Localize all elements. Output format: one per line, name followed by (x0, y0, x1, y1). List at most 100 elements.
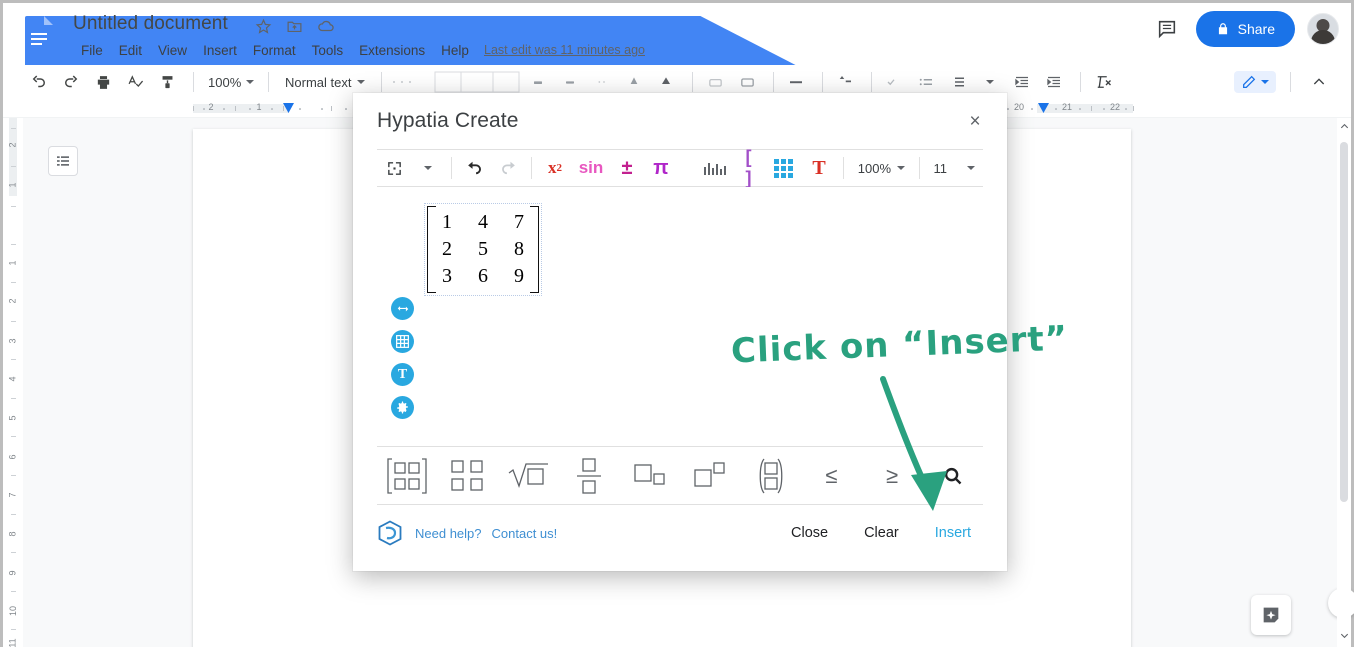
matrix-selection-box[interactable]: 1 4 7 2 5 8 3 6 9 (424, 203, 542, 296)
clear-button[interactable]: Clear (864, 525, 899, 541)
font-selector[interactable] (390, 68, 430, 96)
editing-mode-selector[interactable] (1234, 71, 1276, 93)
undo-icon[interactable] (460, 153, 488, 183)
statistics-icon[interactable] (701, 153, 729, 183)
clear-formatting-icon[interactable] (1089, 68, 1117, 96)
menu-help[interactable]: Help (433, 41, 477, 60)
insert-link-icon[interactable] (701, 68, 729, 96)
star-icon[interactable] (255, 18, 272, 35)
matrix-grid-icon[interactable] (770, 153, 798, 183)
menu-edit[interactable]: Edit (111, 41, 150, 60)
matrix-expression[interactable]: 1 4 7 2 5 8 3 6 9 (424, 203, 542, 296)
bold-icon[interactable] (524, 68, 552, 96)
checklist-icon[interactable] (880, 68, 908, 96)
increase-indent-icon[interactable] (1040, 68, 1068, 96)
menu-extensions[interactable]: Extensions (351, 41, 433, 60)
scroll-up-arrow[interactable] (1339, 121, 1350, 135)
explore-icon[interactable] (1251, 595, 1291, 635)
text-tool-icon[interactable]: T (391, 363, 414, 386)
text-color-icon[interactable] (620, 68, 648, 96)
matrix-bracket-symbol[interactable] (377, 454, 438, 498)
superscript-icon[interactable]: x2 (541, 153, 569, 183)
matrix-table: 1 4 7 2 5 8 3 6 9 (429, 209, 537, 290)
align-icon[interactable] (782, 68, 810, 96)
highlight-color-icon[interactable] (652, 68, 680, 96)
redo-icon[interactable] (57, 68, 85, 96)
menu-format[interactable]: Format (245, 41, 304, 60)
bulleted-list-icon[interactable] (912, 68, 940, 96)
share-button[interactable]: Share (1195, 11, 1295, 47)
decrease-indent-icon[interactable] (1008, 68, 1036, 96)
docs-header: Untitled document File Edit View Insert … (3, 3, 1351, 536)
grid-icon[interactable] (391, 330, 414, 353)
move-to-folder-icon[interactable] (286, 18, 303, 35)
menu-tools[interactable]: Tools (304, 41, 352, 60)
resize-dropdown-caret[interactable] (414, 153, 442, 183)
matrix-cell[interactable]: 5 (465, 236, 501, 263)
cloud-saved-icon[interactable] (317, 17, 335, 35)
vertical-scrollbar[interactable] (1337, 118, 1351, 647)
contact-us-link[interactable]: Contact us! (492, 526, 558, 541)
trigonometry-icon[interactable]: sin (575, 153, 607, 183)
document-title[interactable]: Untitled document (73, 13, 228, 35)
scrollbar-thumb[interactable] (1340, 142, 1348, 502)
list-options-caret[interactable] (976, 68, 1004, 96)
italic-icon[interactable] (556, 68, 584, 96)
equation-zoom-selector[interactable]: 100% (850, 161, 913, 176)
equation-font-size-selector[interactable]: 11 (925, 161, 983, 176)
ruler-label: 2 (7, 298, 18, 304)
ruler-label: 1 (7, 260, 18, 266)
equation-zoom-value: 100% (857, 160, 891, 176)
close-button[interactable]: Close (791, 525, 828, 541)
settings-gear-icon[interactable] (391, 396, 414, 419)
table-row: 1 4 7 (429, 209, 537, 236)
paint-format-icon[interactable] (153, 68, 181, 96)
print-icon[interactable] (89, 68, 117, 96)
text-color-icon[interactable]: T (804, 153, 835, 183)
menu-file[interactable]: File (73, 41, 111, 60)
document-outline-icon[interactable] (48, 146, 78, 176)
ruler-label: 2 (7, 142, 18, 148)
line-spacing-icon[interactable] (831, 68, 859, 96)
subscript-symbol[interactable] (619, 454, 680, 498)
menu-insert[interactable]: Insert (195, 41, 245, 60)
zoom-selector[interactable]: 100% (202, 75, 260, 90)
equation-toolbar: x2 sin ± π [ ] T 100% 11 (377, 147, 983, 188)
paragraph-style-selector[interactable]: Normal text (277, 75, 373, 90)
matrix-plain-symbol[interactable] (438, 454, 499, 498)
last-edit-status[interactable]: Last edit was 11 minutes ago (484, 43, 645, 57)
scroll-down-arrow[interactable] (1339, 630, 1350, 644)
resize-handles-icon[interactable] (380, 153, 408, 183)
menu-view[interactable]: View (150, 41, 195, 60)
insert-comment-icon[interactable] (733, 68, 761, 96)
matrix-cell[interactable]: 4 (465, 209, 501, 236)
font-size-stepper[interactable] (434, 68, 520, 96)
spellcheck-icon[interactable] (121, 68, 149, 96)
brackets-icon[interactable]: [ ] (735, 147, 763, 188)
less-than-equal-symbol[interactable]: ≤ (801, 454, 862, 498)
vertical-ruler[interactable]: 2 1 1 2 3 4 5 6 7 8 9 10 11 (3, 118, 23, 647)
insert-button[interactable]: Insert (935, 525, 971, 541)
square-root-symbol[interactable] (498, 454, 559, 498)
search-symbol[interactable] (922, 454, 983, 498)
underline-icon[interactable] (588, 68, 616, 96)
matrix-cell[interactable]: 6 (465, 263, 501, 290)
comment-icon[interactable] (1150, 12, 1184, 46)
greater-than-equal-symbol[interactable]: ≥ (862, 454, 923, 498)
binomial-symbol[interactable] (741, 454, 802, 498)
close-icon[interactable]: × (963, 110, 987, 134)
avatar[interactable] (1307, 13, 1339, 45)
swap-arrows-icon[interactable] (391, 297, 414, 320)
undo-icon[interactable] (25, 68, 53, 96)
collapse-toolbar-icon[interactable] (1305, 68, 1333, 96)
equation-edit-area[interactable]: 1 4 7 2 5 8 3 6 9 T (377, 187, 983, 447)
greek-pi-icon[interactable]: π (647, 153, 675, 183)
numbered-list-icon[interactable] (944, 68, 972, 96)
need-help-link[interactable]: Need help? (415, 526, 482, 541)
chevron-down-icon (966, 166, 975, 170)
superscript-symbol[interactable] (680, 454, 741, 498)
fraction-symbol[interactable] (559, 454, 620, 498)
right-bracket (530, 206, 539, 293)
plus-minus-icon[interactable]: ± (613, 153, 641, 183)
ruler-label: 9 (7, 570, 18, 576)
